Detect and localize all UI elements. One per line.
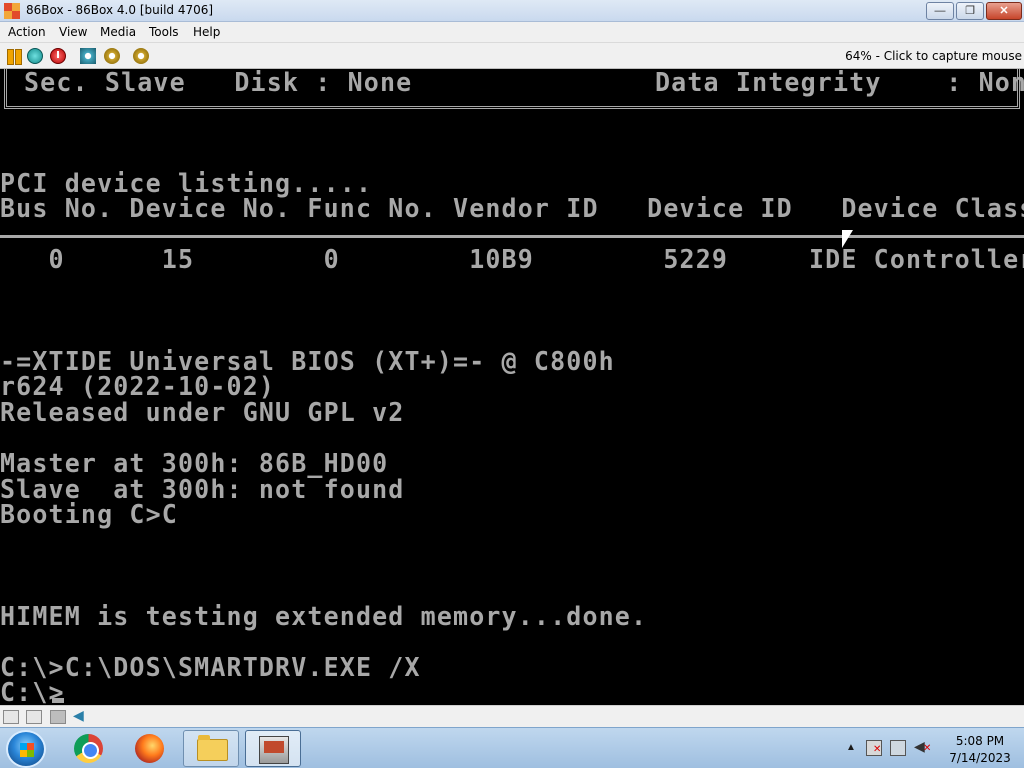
reset-icon[interactable]: [27, 48, 43, 64]
chrome-icon: [74, 734, 103, 763]
network-icon[interactable]: [890, 740, 906, 756]
status-bar: [0, 705, 1024, 727]
maximize-button[interactable]: ❐: [956, 2, 984, 20]
xtide-license: Released under GNU GPL v2: [0, 398, 405, 428]
pause-icon[interactable]: [6, 48, 22, 65]
menu-media[interactable]: Media: [100, 25, 136, 39]
volume-muted-icon[interactable]: [914, 738, 931, 756]
power-icon[interactable]: [50, 48, 66, 64]
pci-table-header: Bus No. Device No. Func No. Vendor ID De…: [0, 194, 1024, 224]
86box-icon: [259, 736, 289, 764]
himem-line: HIMEM is testing extended memory...done.: [0, 602, 648, 632]
minimize-button[interactable]: —: [926, 2, 954, 20]
ctrl-alt-del-icon[interactable]: [80, 48, 96, 64]
xtide-version: r624 (2022-10-02): [0, 372, 276, 402]
action-center-icon[interactable]: [866, 740, 882, 756]
text-cursor: [52, 698, 64, 703]
emulator-screen[interactable]: Sec. Slave Disk : None Data Integrity : …: [0, 69, 1024, 705]
show-hidden-icons-button[interactable]: ▲: [846, 742, 856, 753]
menu-action[interactable]: Action: [8, 25, 46, 39]
clock-date[interactable]: 7/14/2023: [940, 751, 1020, 765]
pci-table-row: 0 15 0 10B9 5229 IDE Controller 14/15: [48, 245, 1024, 275]
settings-icon[interactable]: [133, 48, 149, 64]
86box-taskbar-button[interactable]: [245, 730, 301, 767]
clock-time[interactable]: 5:08 PM: [940, 734, 1020, 748]
close-button[interactable]: ✕: [986, 2, 1022, 20]
floppy-drive-1-icon[interactable]: [3, 710, 19, 724]
master-drive-line: Master at 300h: 86B_HD00: [0, 449, 389, 479]
drive-summary-row: Sec. Slave Disk : None Data Integrity : …: [24, 69, 1024, 98]
chrome-taskbar-button[interactable]: [60, 730, 116, 767]
sound-icon[interactable]: [73, 707, 89, 724]
firefox-taskbar-button[interactable]: [121, 730, 177, 767]
menu-view[interactable]: View: [59, 25, 87, 39]
floppy-drive-2-icon[interactable]: [26, 710, 42, 724]
title-bar: 86Box - 86Box 4.0 [build 4706] — ❐ ✕: [0, 0, 1024, 22]
86box-app-icon: [4, 3, 20, 19]
start-button[interactable]: [6, 730, 46, 768]
menu-help[interactable]: Help: [193, 25, 220, 39]
menu-bar: Action View Media Tools Help: [0, 22, 1024, 43]
capture-mouse-status[interactable]: 64% - Click to capture mouse: [845, 49, 1022, 63]
explorer-icon: [197, 735, 228, 761]
hard-disk-icon[interactable]: [50, 710, 66, 724]
firefox-icon: [135, 734, 164, 763]
window-title: 86Box - 86Box 4.0 [build 4706]: [26, 3, 214, 17]
menu-tools[interactable]: Tools: [149, 25, 179, 39]
explorer-taskbar-button[interactable]: [183, 730, 239, 767]
ctrl-alt-esc-icon[interactable]: [104, 48, 120, 64]
booting-line: Booting C>C: [0, 500, 178, 530]
toolbar: 64% - Click to capture mouse: [0, 43, 1024, 69]
mouse-pointer-icon: [842, 230, 853, 248]
pci-table-divider: [0, 235, 1024, 238]
taskbar: ▲ 5:08 PM 7/14/2023: [0, 727, 1024, 768]
